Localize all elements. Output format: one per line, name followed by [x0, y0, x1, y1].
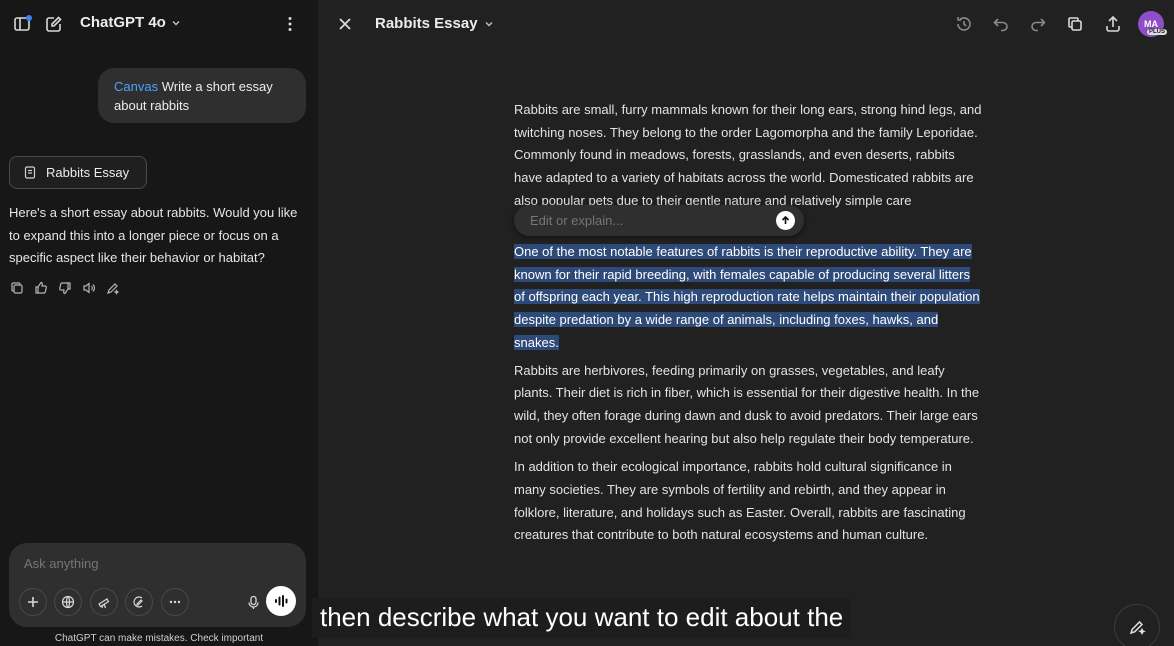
copy-icon [11, 282, 23, 294]
speaker-icon [83, 282, 95, 294]
chat-sidebar: ChatGPT 4o Canvas Write a short essay ab… [0, 0, 318, 646]
model-title: ChatGPT 4o [80, 14, 166, 31]
document-title: Rabbits Essay [375, 15, 478, 32]
chat-composer [9, 543, 306, 627]
more-horizontal-icon [169, 600, 181, 604]
edit-or-explain-input[interactable] [530, 213, 760, 228]
more-tools-button[interactable] [161, 588, 189, 616]
disclaimer-text: ChatGPT can make mistakes. Check importa… [54, 633, 264, 644]
redo-button[interactable] [1024, 10, 1052, 38]
notification-dot [26, 15, 32, 21]
user-message: Canvas Write a short essay about rabbits [98, 68, 306, 123]
essay-paragraph-3: Rabbits are herbivores, feeding primaril… [514, 362, 980, 446]
thumbs-down-button[interactable] [57, 280, 73, 296]
undo-button[interactable] [987, 10, 1015, 38]
model-selector[interactable]: ChatGPT 4o [80, 14, 182, 31]
suggest-edits-button[interactable] [1114, 604, 1160, 646]
read-aloud-button[interactable] [81, 280, 97, 296]
more-options-button[interactable] [276, 10, 304, 38]
essay-paragraph-4: In addition to their ecological importan… [514, 459, 966, 543]
attach-button[interactable] [19, 588, 47, 616]
essay-paragraph-2-selected[interactable]: One of the most notable features of rabb… [514, 241, 984, 355]
copy-icon [1068, 17, 1082, 31]
message-actions [9, 280, 121, 296]
canvas-tag: Canvas [114, 79, 159, 94]
pen-sparkle-icon [1129, 620, 1146, 636]
edit-or-explain-popup [514, 205, 804, 236]
copy-document-button[interactable] [1061, 10, 1089, 38]
canvas-document-chip[interactable]: Rabbits Essay [9, 156, 147, 189]
canvas-chip-label: Rabbits Essay [46, 165, 130, 180]
video-caption: then describe what you want to edit abou… [312, 598, 852, 638]
close-canvas-button[interactable] [331, 10, 359, 38]
assistant-message: Here's a short essay about rabbits. Woul… [9, 205, 298, 265]
share-button[interactable] [1099, 10, 1127, 38]
edit-icon [46, 16, 62, 32]
document-title-menu[interactable]: Rabbits Essay [375, 15, 495, 32]
deep-research-button[interactable] [90, 588, 118, 616]
plus-icon [28, 597, 38, 607]
more-vertical-icon [288, 17, 292, 31]
undo-icon [993, 18, 1008, 32]
canvas-icon [133, 596, 143, 608]
sidebar-header: ChatGPT 4o [0, 0, 318, 48]
microphone-icon [247, 595, 259, 609]
voice-mode-button[interactable] [266, 586, 296, 616]
thumbs-up-button[interactable] [33, 280, 49, 296]
chevron-down-icon [485, 21, 493, 27]
essay-paragraph-1: Rabbits are small, furry mammals known f… [514, 102, 982, 216]
telescope-icon [98, 598, 110, 609]
thumbs-down-icon [59, 282, 71, 295]
chevron-down-icon [172, 20, 180, 26]
plan-badge: PLUS [1147, 29, 1168, 35]
version-history-button[interactable] [950, 10, 978, 38]
toggle-sidebar-button[interactable] [8, 10, 36, 38]
share-icon [1106, 15, 1120, 32]
redo-icon [1031, 18, 1046, 32]
arrow-up-icon [781, 215, 790, 224]
ask-input[interactable] [24, 556, 284, 571]
selected-text: One of the most notable features of rabb… [514, 244, 980, 350]
voice-waveform-icon [275, 595, 288, 607]
send-edit-button[interactable] [776, 211, 795, 230]
copy-button[interactable] [9, 280, 25, 296]
document-icon [24, 166, 36, 179]
history-icon [957, 17, 971, 31]
dictate-button[interactable] [239, 588, 267, 616]
pen-sparkle-icon [107, 283, 120, 295]
canvas-tool-button[interactable] [125, 588, 153, 616]
edit-in-canvas-button[interactable] [105, 280, 121, 296]
search-web-button[interactable] [54, 588, 82, 616]
new-chat-button[interactable] [40, 10, 68, 38]
thumbs-up-icon [35, 281, 47, 294]
canvas-document: Rabbits are small, furry mammals known f… [514, 99, 984, 547]
close-icon [339, 18, 351, 30]
globe-icon [61, 595, 75, 609]
